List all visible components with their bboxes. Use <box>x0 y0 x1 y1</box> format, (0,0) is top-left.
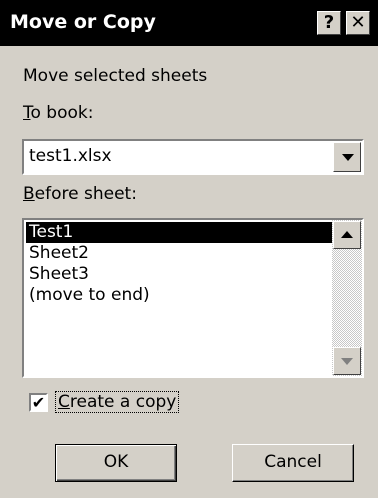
move-selected-sheets-label: Move selected sheets <box>23 66 208 86</box>
before-sheet-listbox[interactable]: Test1 Sheet2 Sheet3 (move to end) <box>22 218 364 378</box>
list-item-move-to-end[interactable]: (move to end) <box>26 285 332 306</box>
close-icon: ✕ <box>350 12 366 33</box>
list-item-sheet3[interactable]: Sheet3 <box>26 264 332 285</box>
to-book-accel: T <box>23 103 31 123</box>
dialog-title: Move or Copy <box>10 11 156 33</box>
create-copy-checkbox[interactable]: ✔ <box>29 393 48 412</box>
close-button[interactable]: ✕ <box>346 11 370 35</box>
create-copy-accel: C <box>58 392 70 412</box>
list-item-sheet2[interactable]: Sheet2 <box>26 243 332 264</box>
before-sheet-label: Before sheet: <box>23 184 137 204</box>
to-book-dropdown[interactable]: test1.xlsx <box>22 139 364 175</box>
checkmark-icon: ✔ <box>31 393 46 412</box>
create-copy-label[interactable]: Create a copy <box>55 391 180 413</box>
vertical-scrollbar[interactable] <box>332 220 362 376</box>
chevron-down-icon <box>342 154 354 161</box>
to-book-value: test1.xlsx <box>29 146 112 166</box>
scroll-up-button[interactable] <box>333 221 361 249</box>
scroll-down-icon <box>341 358 353 365</box>
help-icon: ? <box>323 12 335 33</box>
ok-button[interactable]: OK <box>55 444 177 482</box>
scroll-up-icon <box>341 231 353 238</box>
to-book-rest: o book: <box>30 103 94 123</box>
scroll-down-button[interactable] <box>333 347 361 375</box>
to-book-label: To book: <box>23 103 93 123</box>
before-sheet-rest: efore sheet: <box>34 184 137 204</box>
cancel-button[interactable]: Cancel <box>232 444 354 482</box>
create-copy-rest: reate a copy <box>69 392 177 412</box>
dropdown-arrow-button[interactable] <box>333 142 361 172</box>
title-bar: Move or Copy ? ✕ <box>0 0 378 46</box>
before-sheet-accel: B <box>23 184 35 204</box>
list-item-test1[interactable]: Test1 <box>26 222 332 243</box>
help-button[interactable]: ? <box>317 11 341 35</box>
